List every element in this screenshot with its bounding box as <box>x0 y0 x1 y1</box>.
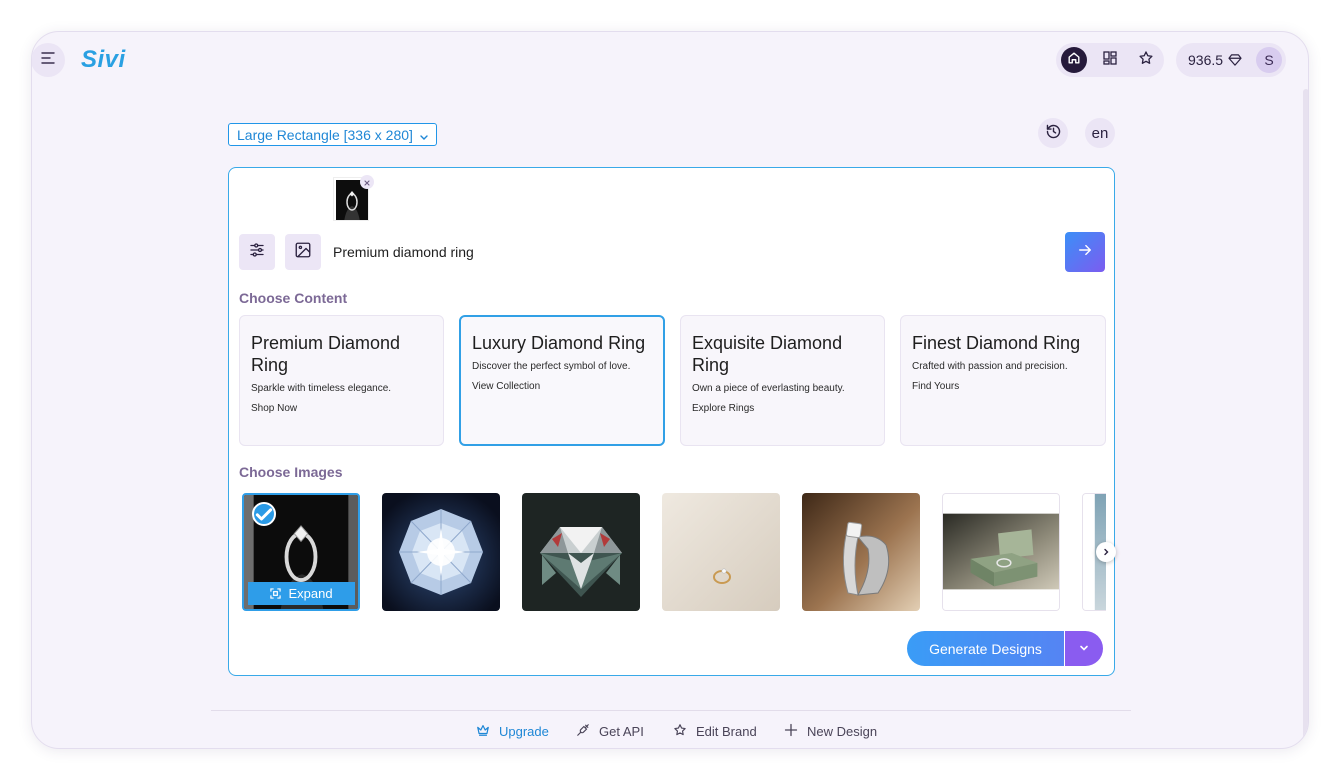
generate-designs-button[interactable]: Generate Designs <box>907 631 1064 666</box>
content-option-card-selected[interactable]: Luxury Diamond Ring Discover the perfect… <box>459 315 665 446</box>
content-title: Finest Diamond Ring <box>912 333 1081 353</box>
content-subtitle: Own a piece of everlasting beauty. <box>692 383 845 394</box>
grid-icon <box>1102 50 1118 71</box>
edit-brand-label: Edit Brand <box>696 723 757 739</box>
remove-attachment-button[interactable] <box>360 175 374 189</box>
image-option[interactable] <box>382 493 500 611</box>
content-subtitle: Sparkle with timeless elegance. <box>251 383 392 394</box>
home-button[interactable] <box>1061 47 1087 73</box>
content-option-card[interactable]: Finest Diamond Ring Crafted with passion… <box>900 315 1106 446</box>
content-title: Premium Diamond Ring <box>251 333 401 375</box>
content-cta: View Collection <box>472 381 541 392</box>
language-button[interactable]: en <box>1085 118 1115 148</box>
content-subtitle: Crafted with passion and precision. <box>912 361 1068 372</box>
plug-icon <box>576 723 590 740</box>
upgrade-label: Upgrade <box>499 723 549 739</box>
get-api-label: Get API <box>599 723 644 739</box>
chevron-down-icon <box>1079 640 1089 658</box>
image-option[interactable] <box>802 493 920 611</box>
content-cta: Explore Rings <box>692 403 755 414</box>
star-icon <box>673 723 687 740</box>
submit-prompt-button[interactable] <box>1065 232 1105 272</box>
image-option[interactable] <box>522 493 640 611</box>
expand-icon <box>270 588 282 599</box>
diamond-icon <box>1228 53 1242 67</box>
credits-balance[interactable]: 936.5 <box>1188 52 1223 68</box>
image-icon <box>294 241 312 264</box>
content-option-card[interactable]: Premium Diamond Ring Sparkle with timele… <box>239 315 444 446</box>
settings-button[interactable] <box>239 234 275 270</box>
sliders-icon <box>248 241 266 264</box>
nav-pill <box>1056 43 1164 77</box>
expand-button[interactable]: Expand <box>248 582 355 605</box>
arrow-right-icon <box>1078 243 1092 262</box>
favorites-button[interactable] <box>1133 47 1159 73</box>
content-option-card[interactable]: Exquisite Diamond Ring Own a piece of ev… <box>680 315 885 446</box>
app-window: Sivi 936.5 S Large Rectangle [336 x 280] <box>31 31 1309 749</box>
create-panel: Choose Content Premium Diamond Ring Spar… <box>228 167 1116 676</box>
content-cta: Find Yours <box>912 381 960 392</box>
history-icon <box>1045 123 1062 144</box>
ad-size-label: Large Rectangle [336 x 280] <box>237 126 413 143</box>
crown-icon <box>476 723 490 740</box>
choose-images-heading: Choose Images <box>239 464 343 480</box>
carousel-next-button[interactable] <box>1096 542 1116 562</box>
content-title: Exquisite Diamond Ring <box>692 333 843 375</box>
chevron-down-icon <box>419 129 429 145</box>
logo[interactable]: Sivi <box>81 46 126 74</box>
account-pill: 936.5 S <box>1176 43 1286 77</box>
image-carousel: Expand <box>241 493 1106 611</box>
menu-button[interactable] <box>32 43 65 77</box>
get-api-link[interactable]: Get API <box>576 721 644 741</box>
ad-size-select[interactable]: Large Rectangle [336 x 280] <box>228 123 437 146</box>
scrollbar[interactable] <box>1303 89 1308 748</box>
new-design-link[interactable]: New Design <box>784 721 877 741</box>
image-option[interactable] <box>662 493 780 611</box>
menu-icon <box>41 51 55 69</box>
content-title: Luxury Diamond Ring <box>472 333 646 353</box>
new-design-label: New Design <box>807 723 878 739</box>
star-icon <box>1138 50 1154 71</box>
expand-label: Expand <box>288 586 333 601</box>
footer-divider <box>211 710 1131 711</box>
generate-options-button[interactable] <box>1065 631 1103 666</box>
home-icon <box>1067 51 1081 70</box>
close-icon <box>364 173 370 191</box>
choose-content-heading: Choose Content <box>239 290 348 306</box>
avatar[interactable]: S <box>1256 47 1282 73</box>
history-button[interactable] <box>1038 118 1068 148</box>
templates-button[interactable] <box>1097 47 1123 73</box>
content-cta: Shop Now <box>251 403 298 414</box>
upgrade-link[interactable]: Upgrade <box>476 721 549 741</box>
add-image-button[interactable] <box>285 234 321 270</box>
image-option[interactable] <box>942 493 1060 611</box>
chevron-right-icon <box>1102 543 1110 561</box>
check-icon <box>252 502 276 526</box>
plus-icon <box>784 723 798 740</box>
content-subtitle: Discover the perfect symbol of love. <box>472 361 631 372</box>
edit-brand-link[interactable]: Edit Brand <box>673 721 757 741</box>
prompt-input[interactable] <box>333 238 1053 266</box>
image-option-selected[interactable]: Expand <box>242 493 360 611</box>
